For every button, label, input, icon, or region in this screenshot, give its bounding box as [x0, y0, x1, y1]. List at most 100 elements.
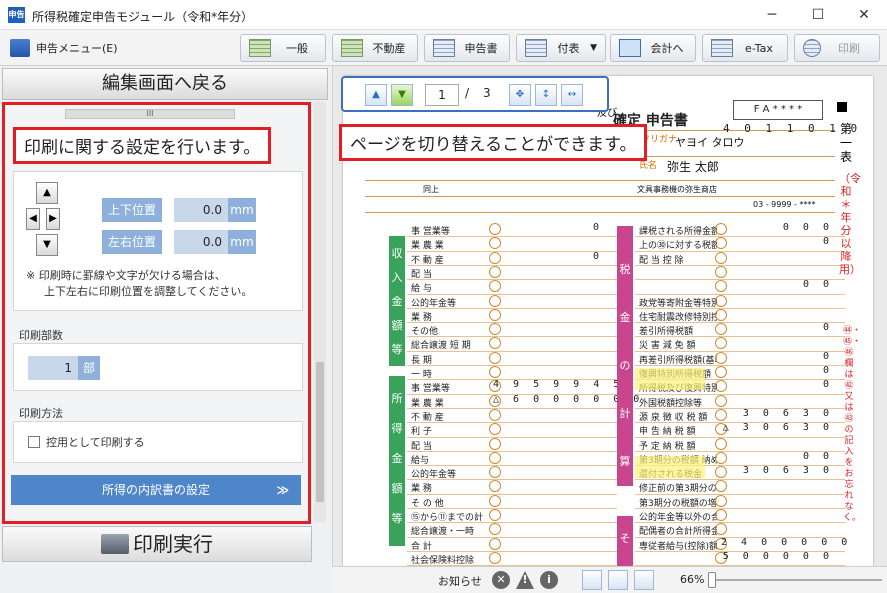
- row-number-icon: [489, 523, 501, 536]
- left-label: ⑮から⑪までの計: [411, 513, 484, 523]
- scrollbar-thumb[interactable]: [316, 362, 324, 502]
- two-page-view-button[interactable]: [634, 570, 654, 590]
- move-down-button[interactable]: ▼: [36, 234, 58, 256]
- continuous-view-button[interactable]: [608, 570, 628, 590]
- right-label: 再差引所得税額(基準所得税額): [639, 355, 717, 366]
- maximize-button[interactable]: ☐: [795, 0, 841, 30]
- info-icon[interactable]: i: [540, 571, 558, 589]
- declaration-form-button[interactable]: 申告書: [424, 34, 510, 62]
- row-number-icon: [489, 509, 501, 521]
- fa-code-box: F A * * * *: [733, 100, 823, 120]
- copies-section: 1 部: [13, 343, 303, 391]
- method-section: 控用として印刷する: [13, 421, 303, 463]
- row-number-icon: [489, 423, 501, 436]
- row-number-icon: [489, 351, 501, 364]
- side-note: ㊹・㊺・㊻欄は㊷又は㊸の記入をお忘れなく。: [843, 326, 862, 523]
- next-page-button[interactable]: ▼: [391, 84, 413, 106]
- right-value: 3 0 6 3 0: [742, 407, 833, 419]
- copies-input[interactable]: 1: [28, 356, 78, 380]
- row-number-icon: [489, 537, 501, 550]
- move-up-button[interactable]: ▲: [36, 182, 58, 204]
- row-number-icon: [715, 308, 727, 321]
- status-bar: お知らせ ✕ ! i 66%: [332, 566, 887, 593]
- zoom-slider-thumb[interactable]: [708, 572, 716, 588]
- row-number-icon: [489, 308, 501, 321]
- left-label: 社会保険料控除: [411, 555, 475, 566]
- row-number-icon: [715, 509, 727, 521]
- company-name: 文具事務機の弥生商店: [637, 185, 717, 194]
- fit-page-button[interactable]: ✥: [509, 84, 531, 106]
- row-number-icon: [715, 251, 727, 264]
- right-label: 源 泉 徴 収 税 額: [639, 412, 708, 423]
- copy-print-checkbox[interactable]: [28, 436, 40, 448]
- magnifier-icon: [803, 39, 821, 57]
- doc-icon: [711, 39, 733, 57]
- minimize-button[interactable]: ─: [749, 0, 795, 30]
- page-navigator: ▲ ▼ 1 / 3 ✥ ↕ ↔: [341, 76, 609, 112]
- fit-height-button[interactable]: ↕: [535, 84, 557, 106]
- back-to-edit-button[interactable]: 編集画面へ戻る: [2, 68, 328, 100]
- horizontal-scrollbar[interactable]: III: [65, 109, 235, 119]
- row-number-icon: [489, 551, 501, 564]
- row-number-icon: [489, 337, 501, 350]
- row-number-icon: [489, 494, 501, 507]
- etax-button-label: e-Tax: [745, 41, 773, 55]
- prev-page-button[interactable]: ▲: [365, 84, 387, 106]
- page-number-input[interactable]: 1: [425, 84, 459, 106]
- furigana-value: ヤヨイ タロウ: [675, 136, 745, 149]
- zoom-slider-track[interactable]: [712, 579, 882, 581]
- row-number-icon: [489, 466, 501, 479]
- copies-title: 印刷部数: [19, 329, 63, 342]
- fit-width-button[interactable]: ↔: [561, 84, 583, 106]
- declaration-menu-button[interactable]: 申告メニュー(E): [10, 36, 118, 60]
- close-button[interactable]: ✕: [841, 0, 887, 30]
- left-label: 配 当: [411, 269, 432, 280]
- right-label: 政党等寄附金等特別控除: [639, 298, 717, 309]
- other-section-tab: そ: [617, 516, 633, 566]
- chevron-down-icon: ▼: [590, 43, 597, 53]
- print-toolbar-button[interactable]: 印刷: [794, 34, 880, 62]
- right-value: 3 0 6 3 0: [742, 465, 833, 477]
- right-value: 2 4 0 0 0 0 0: [721, 536, 852, 548]
- right-label: 修正前の第3期分の税額: [639, 484, 717, 495]
- left-value: 0: [592, 250, 603, 262]
- copies-unit: 部: [78, 356, 100, 380]
- print-settings-panel: 編集画面へ戻る III 印刷に関する設定を行います。 ▲ ◀ ▶ ▼ 上下位置 …: [0, 66, 330, 593]
- move-right-button[interactable]: ▶: [46, 208, 60, 230]
- appendix-button[interactable]: 付表 ▼: [516, 34, 606, 62]
- etax-button[interactable]: e-Tax: [702, 34, 788, 62]
- right-label: 災 害 減 免 額: [639, 341, 696, 352]
- execute-print-button[interactable]: 印刷実行: [2, 526, 312, 562]
- row-number-icon: [489, 265, 501, 278]
- move-left-button[interactable]: ◀: [26, 208, 40, 230]
- vertical-position-label: 上下位置: [102, 198, 162, 222]
- left-label: 一 時: [411, 370, 432, 380]
- vertical-position-input[interactable]: 0.0: [174, 198, 228, 222]
- income-breakdown-settings-button[interactable]: 所得の内訳書の設定 ≫: [11, 475, 301, 505]
- error-icon[interactable]: ✕: [492, 571, 510, 589]
- execute-print-label: 印刷実行: [133, 532, 213, 556]
- page-separator: /: [465, 86, 470, 100]
- real-estate-button[interactable]: 不動産: [332, 34, 418, 62]
- taxpayer-name: 弥生 太郎: [667, 160, 719, 174]
- left-label: 配 当: [411, 441, 432, 452]
- row-number-icon: [715, 337, 727, 350]
- side-label-era: （令和＊年分以降用）: [839, 172, 861, 276]
- appendix-button-label: 付表: [557, 42, 580, 55]
- horizontal-position-input[interactable]: 0.0: [174, 230, 228, 254]
- general-button[interactable]: 一般: [240, 34, 326, 62]
- left-label: 業 務: [411, 484, 432, 495]
- right-value: △ 3 0 6 3 0: [722, 422, 833, 434]
- warning-icon[interactable]: !: [516, 571, 534, 589]
- single-page-view-button[interactable]: [582, 570, 602, 590]
- row-number-icon: [489, 323, 501, 336]
- left-label: 不 動 産: [411, 412, 444, 423]
- row-number-icon: [489, 280, 501, 293]
- left-label: 事 営業等: [411, 384, 450, 395]
- to-accounting-button-label: 会計へ: [650, 42, 684, 55]
- zoom-level: 66%: [680, 573, 705, 586]
- panel-vertical-scrollbar[interactable]: [314, 102, 326, 522]
- right-label: 配 当 控 除: [639, 255, 684, 266]
- to-accounting-button[interactable]: 会計へ: [610, 34, 696, 62]
- right-label: 申 告 納 税 額: [639, 427, 696, 438]
